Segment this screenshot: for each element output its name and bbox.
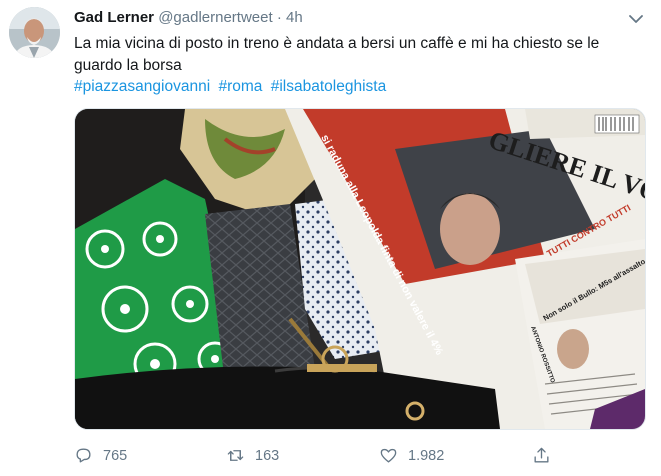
share-icon xyxy=(534,447,549,463)
separator: · xyxy=(276,9,282,26)
reply-button[interactable]: 765 xyxy=(74,446,127,465)
like-icon xyxy=(380,448,397,463)
tweet[interactable]: Gad Lerner @gadlernertweet · 4h La mia v… xyxy=(0,0,661,476)
display-name[interactable]: Gad Lerner xyxy=(74,9,154,26)
retweet-button[interactable]: 163 xyxy=(226,446,279,465)
like-button[interactable]: 1.982 xyxy=(379,446,444,465)
hashtag-link[interactable]: #piazzasangiovanni xyxy=(74,78,210,95)
avatar-image xyxy=(9,7,60,58)
user-handle[interactable]: @gadlernertweet xyxy=(158,9,272,26)
timestamp[interactable]: 4h xyxy=(286,9,303,26)
reply-count: 765 xyxy=(103,447,128,464)
hashtag-list: #piazzasangiovanni #roma #ilsabatoleghis… xyxy=(74,76,390,98)
retweet-count: 163 xyxy=(255,447,280,464)
chevron-down-icon[interactable] xyxy=(627,10,645,28)
retweet-icon xyxy=(227,450,244,461)
like-count: 1.982 xyxy=(408,447,445,464)
tweet-header: Gad Lerner @gadlernertweet · 4h xyxy=(74,8,303,28)
hashtag-link[interactable]: #ilsabatoleghista xyxy=(271,78,386,95)
hashtag-link[interactable]: #roma xyxy=(218,78,262,95)
photo-bag-newspaper: GLIERE IL VOTO AI VEC si raduna alla Leo… xyxy=(75,109,645,429)
tweet-photo[interactable]: GLIERE IL VOTO AI VEC si raduna alla Leo… xyxy=(74,108,646,430)
tweet-text: La mia vicina di posto in treno è andata… xyxy=(74,35,600,74)
tweet-actions: 765 163 1.982 xyxy=(74,446,634,470)
avatar[interactable] xyxy=(9,7,60,58)
share-button[interactable] xyxy=(532,446,561,465)
reply-icon xyxy=(76,448,91,463)
